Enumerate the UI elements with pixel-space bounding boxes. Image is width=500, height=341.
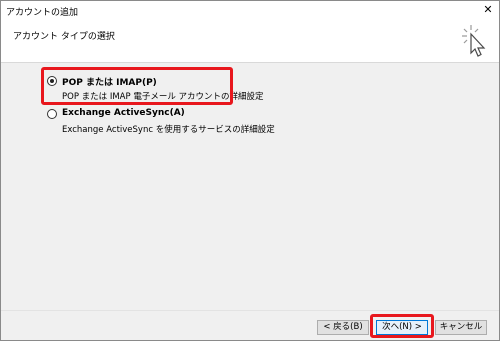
dialog-header: アカウント タイプの選択 (1, 19, 499, 63)
title-bar: アカウントの追加 ✕ (1, 1, 499, 19)
close-icon[interactable]: ✕ (481, 3, 495, 17)
cursor-sparkle-icon (462, 25, 486, 57)
back-button[interactable]: < 戻る(B) (317, 320, 369, 335)
add-account-dialog: アカウントの追加 ✕ アカウント タイプの選択 POP または IMAP(P) … (0, 0, 500, 341)
page-title: アカウント タイプの選択 (13, 32, 115, 42)
window-title: アカウントの追加 (6, 8, 79, 18)
highlight-box-next (370, 314, 434, 338)
highlight-box-pop-imap (41, 67, 233, 105)
radio-exchange-activesync[interactable] (47, 109, 57, 119)
option-label: Exchange ActiveSync(A) (62, 108, 185, 118)
option-description: Exchange ActiveSync を使用するサービスの詳細設定 (62, 125, 275, 135)
cancel-button[interactable]: キャンセル (435, 320, 487, 335)
